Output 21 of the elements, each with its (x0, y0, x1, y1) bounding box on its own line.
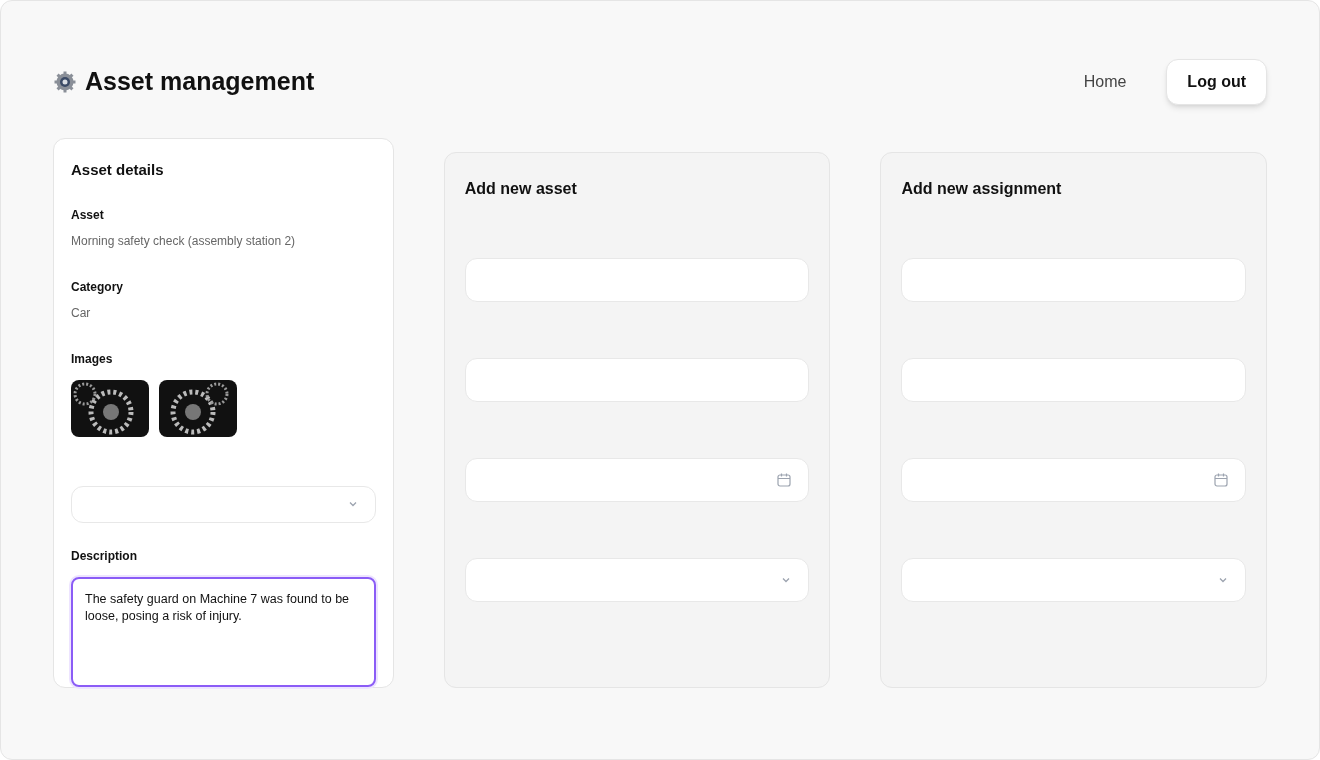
logout-button[interactable]: Log out (1166, 59, 1267, 105)
date-input-field[interactable] (464, 458, 810, 502)
field-value: Car (71, 304, 92, 322)
select-dropdown[interactable] (71, 485, 376, 524)
page-title: Asset management (85, 66, 315, 98)
card-title: Asset details (71, 160, 165, 180)
home-link[interactable]: Home (1083, 70, 1127, 94)
field-label: Images (71, 350, 114, 368)
field-label: Asset (71, 206, 105, 224)
panel-title: Add new asset (464, 179, 578, 199)
field-label: Category (71, 278, 124, 296)
gear-icon (53, 70, 77, 94)
calendar-icon (1213, 472, 1229, 488)
field-value: Morning safety check (assembly station 2) (71, 232, 297, 250)
select-dropdown[interactable] (464, 558, 810, 602)
panel-title: Add new assignment (901, 179, 1063, 199)
field-label: Description (71, 548, 138, 566)
date-input-field[interactable] (901, 458, 1246, 502)
description-textarea[interactable]: The safety guard on Machine 7 was found to be loose, posing a risk of injury. (71, 577, 376, 687)
select-dropdown[interactable] (901, 558, 1246, 602)
calendar-icon (776, 472, 793, 488)
